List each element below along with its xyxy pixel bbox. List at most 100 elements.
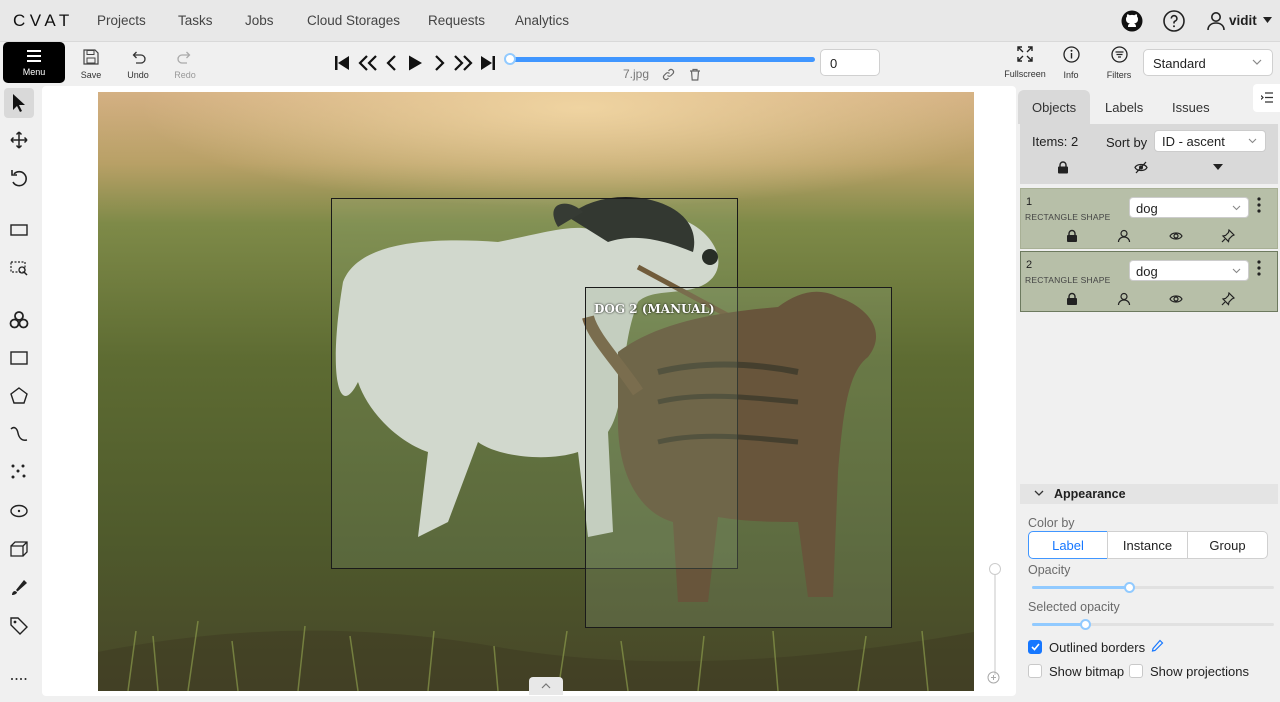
nav-jobs[interactable]: Jobs <box>245 13 274 28</box>
chevron-down-icon <box>1232 268 1241 274</box>
visibility-icon[interactable] <box>1169 229 1183 243</box>
nav-projects[interactable]: Projects <box>97 13 146 28</box>
color-by-label-option[interactable]: Label <box>1028 531 1108 559</box>
previous-frame-icon[interactable] <box>383 54 401 72</box>
nav-requests[interactable]: Requests <box>428 13 485 28</box>
selected-opacity-slider-thumb[interactable] <box>1080 619 1091 630</box>
nav-analytics[interactable]: Analytics <box>515 13 569 28</box>
save-icon <box>83 49 99 65</box>
tab-objects[interactable]: Objects <box>1018 90 1091 124</box>
nav-cloud-storages[interactable]: Cloud Storages <box>307 13 400 28</box>
cvat-logo[interactable]: CVAT <box>13 11 74 31</box>
opacity-slider-thumb[interactable] <box>1124 582 1135 593</box>
draw-polyline-icon[interactable] <box>9 424 29 444</box>
zoom-in-icon[interactable] <box>987 671 1000 684</box>
github-icon[interactable] <box>1120 9 1144 33</box>
chevron-down-icon <box>1248 138 1257 144</box>
info-icon <box>1062 46 1080 63</box>
object-item-1[interactable]: 1 RECTANGLE SHAPE dog <box>1020 188 1278 249</box>
lock-icon[interactable] <box>1065 229 1079 243</box>
color-by-instance-option[interactable]: Instance <box>1107 531 1188 559</box>
object-item-2[interactable]: 2 RECTANGLE SHAPE dog <box>1020 251 1278 312</box>
username[interactable]: vidit <box>1229 13 1257 28</box>
objects-header: Items: 2 Sort by ID - ascent <box>1020 124 1278 184</box>
cursor-icon <box>13 94 25 112</box>
pin-icon[interactable] <box>1221 292 1235 306</box>
bottom-panel-toggle[interactable] <box>529 677 563 695</box>
ai-tools-icon[interactable] <box>9 310 29 330</box>
zoom-slider-thumb[interactable] <box>989 563 1001 575</box>
redo-icon <box>177 51 191 64</box>
filters-button[interactable]: Filters <box>1102 46 1136 80</box>
visibility-icon[interactable] <box>1169 292 1183 306</box>
first-frame-icon[interactable] <box>333 54 351 72</box>
undo-button[interactable]: Undo <box>116 46 160 82</box>
more-vertical-icon[interactable] <box>1257 197 1261 213</box>
caret-down-icon[interactable] <box>1263 17 1272 24</box>
menu-button[interactable]: Menu <box>3 42 65 83</box>
chevron-down-icon <box>1252 59 1262 65</box>
tab-labels[interactable]: Labels <box>1091 90 1157 124</box>
draw-points-icon[interactable] <box>9 462 29 482</box>
info-button[interactable]: Info <box>1055 46 1087 80</box>
outlined-borders-label: Outlined borders <box>1049 640 1146 655</box>
move-icon[interactable] <box>9 130 29 150</box>
items-count: Items: 2 <box>1032 134 1079 149</box>
hide-all-icon[interactable] <box>1134 161 1148 174</box>
occluded-icon[interactable] <box>1117 292 1131 306</box>
draw-cuboid-icon[interactable] <box>9 539 29 559</box>
zoom-slider[interactable] <box>994 565 996 675</box>
pin-icon[interactable] <box>1221 229 1235 243</box>
zoom-region-icon[interactable] <box>9 258 29 278</box>
redo-button[interactable]: Redo <box>163 46 207 82</box>
appearance-header[interactable]: Appearance <box>1020 484 1278 504</box>
frame-number-input[interactable]: 0 <box>820 49 880 76</box>
sort-label: Sort by <box>1106 135 1148 150</box>
color-picker-icon[interactable] <box>1151 639 1164 652</box>
draw-ellipse-icon[interactable] <box>9 501 29 521</box>
object-label-select[interactable]: dog <box>1129 260 1249 281</box>
object-id: 1 <box>1026 196 1033 208</box>
chevron-down-icon <box>1232 205 1241 211</box>
brush-icon[interactable] <box>9 578 29 598</box>
save-button[interactable]: Save <box>69 46 113 82</box>
sort-select[interactable]: ID - ascent <box>1154 130 1266 152</box>
object-label-select[interactable]: dog <box>1129 197 1249 218</box>
rotate-icon[interactable] <box>9 168 29 188</box>
workspace-select[interactable]: Standard <box>1143 49 1273 76</box>
play-icon[interactable] <box>406 54 424 72</box>
tag-icon[interactable] <box>9 616 29 636</box>
fullscreen-button[interactable]: Fullscreen <box>1003 46 1047 79</box>
sidebar-tabs: Objects Labels Issues <box>1018 90 1258 124</box>
expand-all-icon[interactable] <box>1213 164 1223 171</box>
copy-link-icon[interactable] <box>662 68 675 81</box>
color-by-group-option[interactable]: Group <box>1187 531 1268 559</box>
draw-polygon-icon[interactable] <box>9 386 29 406</box>
fast-forward-icon[interactable] <box>452 54 474 72</box>
object-type: RECTANGLE SHAPE <box>1025 275 1111 285</box>
show-bitmap-checkbox[interactable] <box>1028 664 1042 678</box>
more-vertical-icon[interactable] <box>1257 260 1261 276</box>
next-frame-icon[interactable] <box>430 54 448 72</box>
fit-image-icon[interactable] <box>9 220 29 240</box>
lock-icon[interactable] <box>1065 292 1079 306</box>
frame-slider-thumb[interactable] <box>504 53 516 65</box>
more-tools-icon[interactable] <box>9 669 29 689</box>
delete-frame-icon[interactable] <box>689 68 701 81</box>
outlined-borders-checkbox[interactable] <box>1028 640 1042 654</box>
tab-issues[interactable]: Issues <box>1158 90 1224 124</box>
help-icon[interactable] <box>1162 9 1186 33</box>
appearance-panel: Appearance Color by Label Instance Group… <box>1020 484 1278 702</box>
last-frame-icon[interactable] <box>479 54 497 72</box>
bbox-object-2[interactable] <box>585 287 892 628</box>
info-label: Info <box>1063 70 1079 80</box>
frame-slider-track[interactable] <box>509 57 815 62</box>
cursor-tool[interactable] <box>4 88 34 118</box>
show-projections-checkbox[interactable] <box>1129 664 1143 678</box>
lock-all-icon[interactable] <box>1057 161 1069 174</box>
user-icon[interactable] <box>1204 9 1228 33</box>
draw-rectangle-icon[interactable] <box>9 348 29 368</box>
occluded-icon[interactable] <box>1117 229 1131 243</box>
fast-backward-icon[interactable] <box>357 54 379 72</box>
nav-tasks[interactable]: Tasks <box>178 13 213 28</box>
